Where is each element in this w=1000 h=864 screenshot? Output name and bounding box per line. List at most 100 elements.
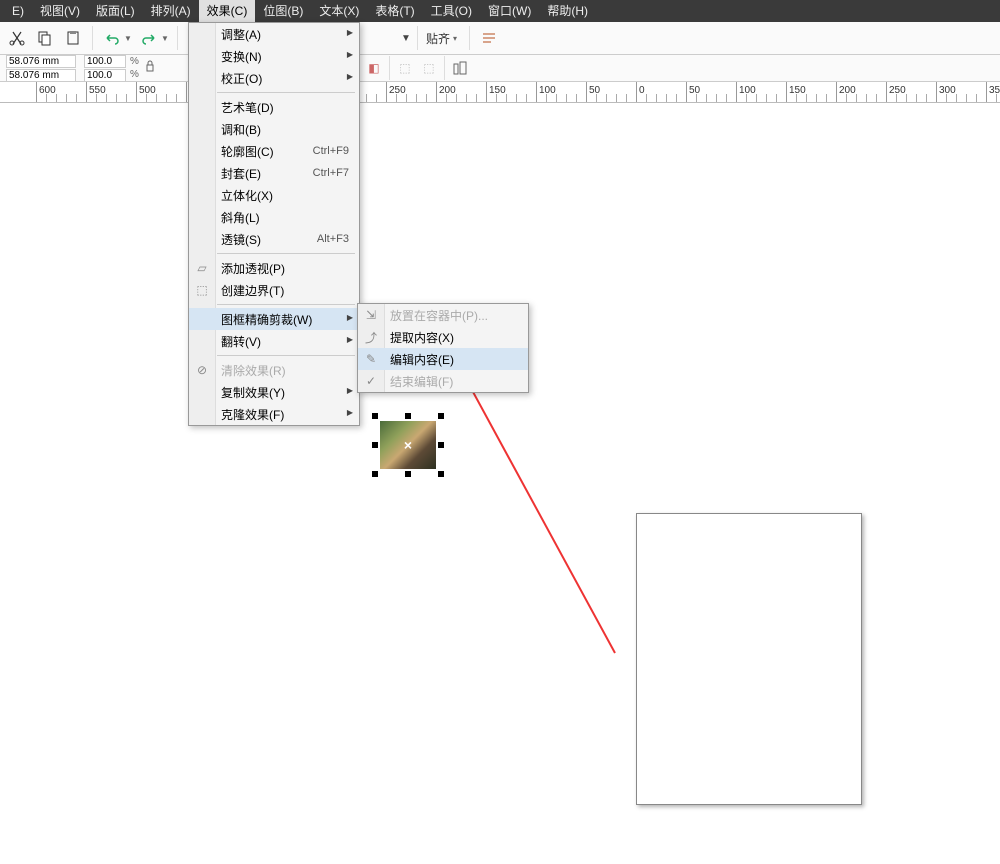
submenu-item-label: 结束编辑(F) [390,373,453,390]
submenu-item: ✓ 结束编辑(F) [358,370,528,392]
selection-handle[interactable] [372,442,378,448]
clear-icon: ⊘ [194,362,210,378]
position-inputs [6,55,76,82]
menu-item[interactable]: 斜角(L) [189,206,359,228]
selection-handle[interactable] [405,471,411,477]
menu-item-label: 调整(A) [221,26,261,43]
scale-unit: %% [130,56,139,80]
menu-layout[interactable]: 版面(L) [88,0,143,22]
menu-item[interactable]: ⬚ 创建边界(T) [189,279,359,301]
center-marker-icon: × [404,437,412,453]
menu-item[interactable]: 透镜(S) Alt+F3 [189,228,359,250]
menu-item-label: 清除效果(R) [221,362,286,379]
scale-inputs [84,55,126,82]
selected-image-object[interactable]: × [372,413,444,477]
copy-icon[interactable] [34,27,56,49]
menu-bar: E) 视图(V) 版面(L) 排列(A) 效果(C) 位图(B) 文本(X) 表… [0,0,1000,22]
menu-item[interactable]: 变换(N) [189,45,359,67]
bound-icon: ⬚ [194,282,210,298]
options-icon[interactable] [478,27,500,49]
menu-item-label: 透镜(S) [221,231,261,248]
cut-icon[interactable] [6,27,28,49]
menu-item-label: 翻转(V) [221,333,261,350]
menu-item[interactable]: 翻转(V) [189,330,359,352]
menu-item[interactable]: 复制效果(Y) [189,381,359,403]
menu-e[interactable]: E) [4,0,32,22]
menu-view[interactable]: 视图(V) [32,0,88,22]
prop-icon-2[interactable]: ⬚ [394,57,416,79]
snap-to-button[interactable]: 贴齐▾ [426,30,461,47]
property-bar: %% ◧ ⬚ ⬚ [0,55,1000,82]
menu-table[interactable]: 表格(T) [367,0,422,22]
menu-item[interactable]: ▱ 添加透视(P) [189,257,359,279]
menu-item[interactable]: 调和(B) [189,118,359,140]
canvas-area[interactable]: × [0,103,1000,864]
menu-item[interactable]: 封套(E) Ctrl+F7 [189,162,359,184]
undo-button[interactable]: ▼ [101,27,132,49]
menu-item[interactable]: 艺术笔(D) [189,96,359,118]
selection-handle[interactable] [372,471,378,477]
undo-dropdown-icon[interactable]: ▼ [124,34,132,43]
menu-effects[interactable]: 效果(C) [199,0,256,22]
menu-item-label: 克隆效果(F) [221,406,284,423]
menu-item-label: 图框精确剪裁(W) [221,311,312,328]
menu-arrange[interactable]: 排列(A) [143,0,199,22]
menu-item[interactable]: 校正(O) [189,67,359,89]
menu-item-label: 复制效果(Y) [221,384,285,401]
finish-icon: ✓ [363,373,379,389]
edit-icon: ✎ [363,351,379,367]
menu-tools[interactable]: 工具(O) [423,0,480,22]
menu-item[interactable]: 轮廓图(C)Ctrl+F9 [189,140,359,162]
standard-toolbar: ▼ ▼ ▼ 贴齐▾ [0,22,1000,55]
menu-text[interactable]: 文本(X) [311,0,367,22]
menu-item-label: 创建边界(T) [221,282,284,299]
scale-x-input[interactable] [84,55,126,68]
redo-button[interactable]: ▼ [138,27,169,49]
scale-y-input[interactable] [84,69,126,82]
menu-item[interactable]: 图框精确剪裁(W) [189,308,359,330]
submenu-item-label: 编辑内容(E) [390,351,454,368]
selection-handle[interactable] [438,442,444,448]
prop-icon-3[interactable]: ⬚ [418,57,440,79]
menu-item-label: 艺术笔(D) [221,99,274,116]
combo-dropdown-icon[interactable]: ▼ [401,33,409,44]
submenu-item-label: 提取内容(X) [390,329,454,346]
menu-item-label: 轮廓图(C) [221,143,274,160]
submenu-item[interactable]: ⤴ 提取内容(X) [358,326,528,348]
prop-icon-1[interactable]: ◧ [363,57,385,79]
menu-item-label: 变换(N) [221,48,262,65]
document-page[interactable] [636,513,862,805]
y-position-input[interactable] [6,69,76,82]
paste-icon[interactable] [62,27,84,49]
menu-help[interactable]: 帮助(H) [539,0,596,22]
horizontal-ruler: 6005505004504003503002502001501005005010… [0,82,1000,103]
selection-handle[interactable] [438,413,444,419]
menu-shortcut: Alt+F3 [317,233,349,245]
selection-handle[interactable] [405,413,411,419]
extract-icon: ⤴ [363,329,379,345]
menu-window[interactable]: 窗口(W) [480,0,539,22]
menu-item-label: 添加透视(P) [221,260,285,277]
submenu-item: ⇲ 放置在容器中(P)... [358,304,528,326]
menu-item-label: 封套(E) [221,165,261,182]
menu-item[interactable]: 调整(A) [189,23,359,45]
menu-item-label: 斜角(L) [221,209,260,226]
menu-item[interactable]: 立体化(X) [189,184,359,206]
menu-bitmap[interactable]: 位图(B) [255,0,311,22]
menu-shortcut: Ctrl+F7 [313,167,349,179]
place-icon: ⇲ [363,307,379,323]
selection-handle[interactable] [372,413,378,419]
menu-item-label: 校正(O) [221,70,262,87]
submenu-item[interactable]: ✎ 编辑内容(E) [358,348,528,370]
effects-menu-dropdown: 调整(A)变换(N)校正(O)艺术笔(D)调和(B)轮廓图(C)Ctrl+F9封… [188,22,360,426]
menu-item-label: 调和(B) [221,121,261,138]
persp-icon: ▱ [194,260,210,276]
x-position-input[interactable] [6,55,76,68]
menu-item[interactable]: 克隆效果(F) [189,403,359,425]
submenu-item-label: 放置在容器中(P)... [390,307,488,324]
redo-dropdown-icon[interactable]: ▼ [161,34,169,43]
menu-item-label: 立体化(X) [221,187,273,204]
selection-handle[interactable] [438,471,444,477]
lock-ratio-icon[interactable] [141,55,159,81]
prop-icon-4[interactable] [449,57,471,79]
